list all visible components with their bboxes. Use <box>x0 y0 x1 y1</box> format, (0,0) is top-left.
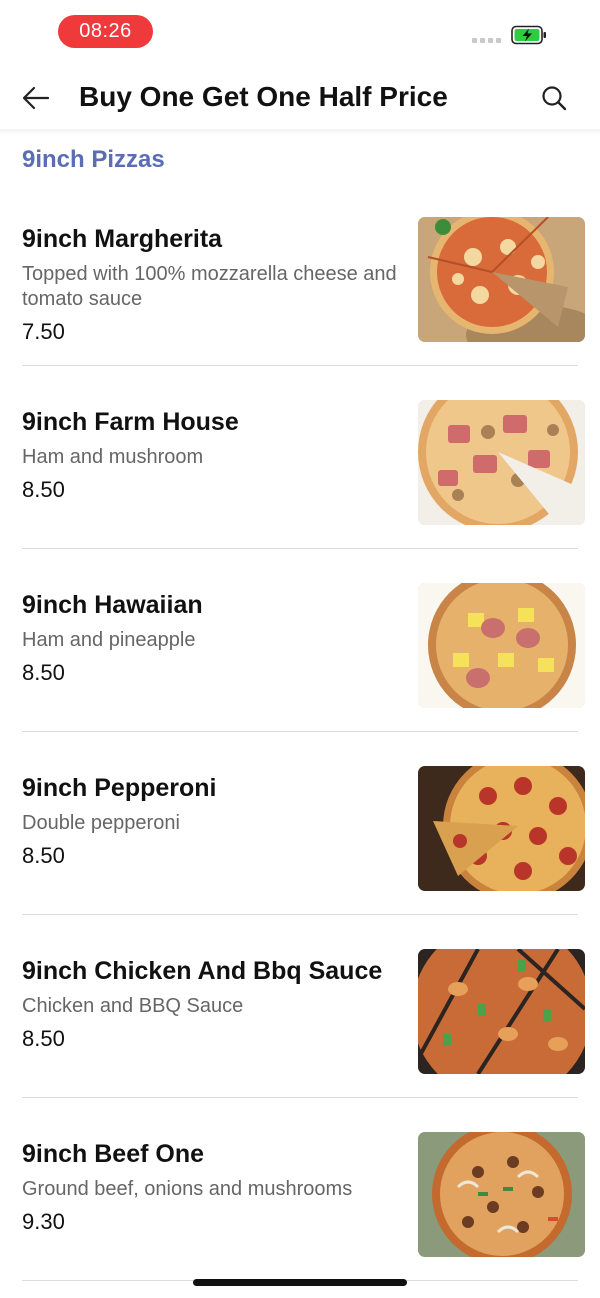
item-description: Chicken and BBQ Sauce <box>22 995 244 1017</box>
item-description: Topped with 100% mozzarella cheese and t… <box>22 263 397 310</box>
home-indicator[interactable] <box>193 1279 407 1286</box>
menu-item[interactable]: 9inch Beef One Ground beef, onions and m… <box>0 1098 600 1281</box>
battery-charging-icon <box>511 25 546 45</box>
item-name: 9inch Beef One <box>22 1140 204 1168</box>
item-price: 8.50 <box>22 660 65 685</box>
status-time: 08:26 <box>58 15 153 48</box>
item-name: 9inch Pepperoni <box>22 774 217 802</box>
arrow-left-icon <box>22 86 50 110</box>
menu-item[interactable]: 9inch Pepperoni Double pepperoni 8.50 <box>0 732 600 915</box>
item-name: 9inch Hawaiian <box>22 591 203 619</box>
item-price: 8.50 <box>22 843 65 868</box>
item-price: 8.50 <box>22 477 65 502</box>
signal-icon <box>472 38 501 43</box>
item-description: Ham and pineapple <box>22 629 196 651</box>
pizza-image <box>418 400 585 525</box>
item-price: 8.50 <box>22 1026 65 1051</box>
item-name: 9inch Farm House <box>22 408 239 436</box>
page-title: Buy One Get One Half Price <box>79 81 448 112</box>
pizza-image <box>418 1132 585 1257</box>
menu-item[interactable]: 9inch Hawaiian Ham and pineapple 8.50 <box>0 549 600 732</box>
pizza-image <box>418 766 585 891</box>
item-name: 9inch Chicken And Bbq Sauce <box>22 957 383 985</box>
back-button[interactable] <box>18 80 54 116</box>
menu-item[interactable]: 9inch Chicken And Bbq Sauce Chicken and … <box>0 915 600 1098</box>
search-icon <box>542 86 567 111</box>
item-description: Double pepperoni <box>22 812 180 834</box>
pizza-image <box>418 949 585 1074</box>
item-price: 7.50 <box>22 319 65 344</box>
pizza-image <box>418 217 585 342</box>
app-header: Buy One Get One Half Price <box>0 64 600 134</box>
pizza-image <box>418 583 585 708</box>
item-description: Ham and mushroom <box>22 446 204 468</box>
menu-item[interactable]: 9inch Farm House Ham and mushroom 8.50 <box>0 366 600 549</box>
search-button[interactable] <box>538 82 570 114</box>
section-title: 9inch Pizzas <box>22 146 165 173</box>
menu-item[interactable]: 9inch Margherita Topped with 100% mozzar… <box>0 183 600 366</box>
item-price: 9.30 <box>22 1209 65 1234</box>
item-name: 9inch Margherita <box>22 225 223 253</box>
header-divider <box>0 129 600 135</box>
item-description: Ground beef, onions and mushrooms <box>22 1178 353 1200</box>
status-bar: 08:26 <box>0 0 600 64</box>
menu-list: 9inch Margherita Topped with 100% mozzar… <box>0 183 600 1281</box>
